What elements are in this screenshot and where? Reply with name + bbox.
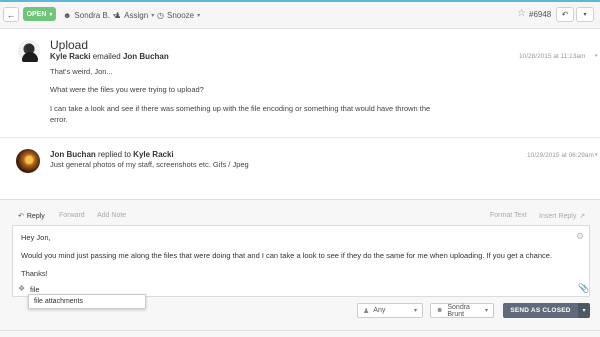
format-text-button[interactable]: Format Text [490,212,527,219]
snooze-label: Snooze [166,10,195,20]
snooze-dropdown[interactable]: ◷ Snooze ▾ [157,8,200,22]
message-date: 10/29/2015 at 06:29am [527,152,594,159]
users-icon: ♟ [114,10,122,20]
message-date: 10/28/2015 at 11:13am [519,53,586,60]
arrow-left-icon: ← [6,9,16,20]
chevron-down-icon: ▾ [197,12,201,19]
assign-dropdown[interactable]: ♟ Assign ▾ [114,8,154,22]
send-options-button[interactable]: ▾ [578,303,590,318]
message-author: Kyle Racki [50,52,91,61]
message-recipient: Jon Buchan [122,52,169,61]
tag-icon: ❖ [18,284,26,293]
editor-text-line: Would you mind just passing me along the… [21,251,553,260]
assignee-select-value: Sondra Brunt [447,303,470,318]
status-open-button[interactable]: OPEN ▾ [23,7,56,21]
message-action: emailed [92,52,121,61]
tag-input[interactable]: file [30,285,40,294]
editor-text-line: Thanks! [21,269,48,278]
format-text-label: Format Text [490,212,527,219]
tab-reply-label: Reply [26,212,45,220]
tab-add-note-label: Add Note [97,212,127,219]
user-icon: ☻ [63,10,72,20]
message-author: Jon Buchan [50,150,96,159]
chevron-down-icon: ▾ [583,12,587,18]
tab-forward-label: Forward [59,212,85,219]
chevron-down-icon[interactable]: ▾ [595,152,598,158]
status-select-value: Any [373,307,386,314]
message-action: replied to [98,150,131,159]
assign-label: Assign [124,10,149,20]
insert-reply-label: Insert Reply [539,212,577,220]
autocomplete-option-label: file attachments [34,298,84,305]
insert-reply-button[interactable]: Insert Reply ↗ [539,212,586,221]
avatar [16,149,40,173]
paperclip-icon[interactable]: 📎 [578,283,589,294]
footer-divider [0,330,600,331]
user-icon: ☻ [436,307,444,314]
reply-arrow-icon: ↶ [18,213,24,220]
status-label: OPEN [26,10,47,18]
more-options-button[interactable]: ▾ [576,7,594,22]
assignee-select[interactable]: ☻ Sondra Brunt ▾ [430,303,494,318]
avatar [18,40,40,62]
editor-text-line: Hey Jon, [21,233,51,242]
reply-editor[interactable]: Hey Jon, Would you mind just passing me … [12,225,590,297]
reply-arrow-icon: ↶ [561,10,569,19]
assignee-label: Sondra B. [74,10,110,20]
clock-icon: ◷ [157,10,164,20]
chevron-down-icon: ▾ [582,308,586,314]
gear-icon[interactable]: ⚙ [576,231,584,242]
ticket-subject: Upload [50,38,89,52]
message-header: Kyle Racki emailed Jon Buchan [50,52,169,61]
reply-toolbar-button[interactable]: ↶ [556,7,574,22]
message-body-line: What were the files you were trying to u… [50,85,204,94]
message-body-line: Just general photos of my staff, screens… [50,160,249,169]
chevron-down-icon[interactable]: ▾ [595,53,598,59]
status-select[interactable]: ♟ Any ▾ [357,303,423,318]
message-recipient: Kyle Racki [133,150,174,159]
send-as-closed-button[interactable]: SEND AS CLOSED [503,303,578,318]
autocomplete-option[interactable]: file attachments [28,294,146,309]
external-link-icon: ↗ [579,213,586,220]
message-body-line: That's weird, Jon... [50,67,113,76]
back-button[interactable]: ← [3,7,19,22]
message-divider [0,137,600,138]
chevron-down-icon: ▾ [484,308,488,314]
users-icon: ♟ [363,307,370,315]
chevron-down-icon: ▾ [151,12,155,19]
tab-add-note[interactable]: Add Note [97,212,126,219]
tab-reply[interactable]: ↶ Reply [18,212,45,221]
message-header: Jon Buchan replied to Kyle Racki [50,150,174,159]
message-body-line: error. [50,115,68,124]
tab-forward[interactable]: Forward [59,212,85,219]
chevron-down-icon: ▾ [49,11,53,18]
ticket-number: #6948 [529,10,552,19]
assignee-dropdown[interactable]: ☻ Sondra B. ▾ [63,8,116,22]
message-body-line: I can take a look and see if there was s… [50,104,431,113]
chevron-down-icon: ▾ [413,308,417,314]
star-icon[interactable]: ☆ [517,8,526,19]
